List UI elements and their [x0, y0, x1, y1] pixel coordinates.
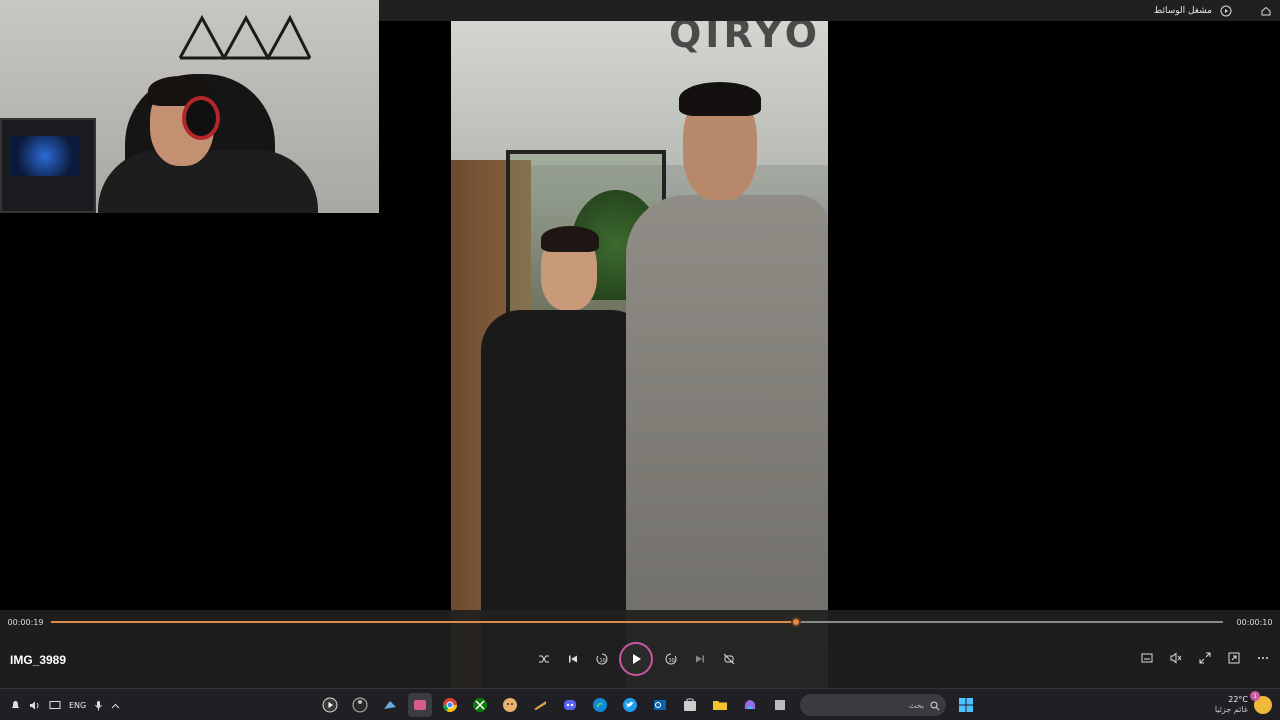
app-title: مشغل الوسائط: [1153, 5, 1212, 16]
forward-30-icon[interactable]: 30: [659, 648, 682, 671]
seek-bar[interactable]: [51, 617, 1223, 627]
webcam-person-hoodie: [98, 150, 318, 213]
repeat-off-icon[interactable]: [717, 648, 740, 671]
remaining-time: 00:00:10: [1236, 617, 1273, 627]
task-view-app-icon[interactable]: [768, 693, 792, 717]
folder-pen-app-icon[interactable]: [528, 693, 552, 717]
microphone-icon[interactable]: [94, 696, 103, 715]
weather-temperature: 22°C: [1228, 695, 1248, 704]
next-icon[interactable]: [688, 648, 711, 671]
play-button[interactable]: [619, 642, 653, 676]
player-controls: 00:00:19 00:00:10 IMG_3989 10 30: [0, 610, 1280, 688]
taskbar-apps: بحث: [318, 689, 978, 720]
shuffle-icon[interactable]: [532, 648, 555, 671]
steam-app-icon[interactable]: [378, 693, 402, 717]
copilot-app-icon[interactable]: [738, 693, 762, 717]
home-icon[interactable]: [1260, 5, 1272, 17]
mini-player-icon[interactable]: [1224, 648, 1243, 667]
speaker-icon[interactable]: [29, 696, 41, 715]
partly-cloudy-icon: 1: [1250, 691, 1272, 714]
play-icon: [633, 654, 641, 664]
wall-triangle-lights: [178, 14, 312, 60]
webcam-overlay: [0, 0, 379, 213]
chevron-up-icon[interactable]: [111, 696, 120, 715]
media-player-active-app-icon[interactable]: [408, 693, 432, 717]
webcam-headset: [182, 96, 220, 140]
character-app-icon[interactable]: [498, 693, 522, 717]
video-person-right-hair: [679, 82, 761, 116]
taskbar-search[interactable]: بحث: [800, 694, 946, 716]
obs-app-icon[interactable]: [348, 693, 372, 717]
more-icon[interactable]: [1253, 648, 1272, 667]
seek-bar-thumb[interactable]: [791, 617, 802, 627]
play-circle-icon: [1220, 5, 1232, 17]
volume-mute-icon[interactable]: [1166, 648, 1185, 667]
discord-app-icon[interactable]: [558, 693, 582, 717]
search-placeholder: بحث: [908, 700, 924, 710]
seek-bar-row: 00:00:19 00:00:10: [0, 610, 1280, 634]
weather-widget[interactable]: 22°C غائم جزئيا 1: [1215, 689, 1272, 720]
captions-icon[interactable]: [1137, 648, 1156, 667]
twitter-app-icon[interactable]: [618, 693, 642, 717]
rewind-10-icon[interactable]: 10: [590, 648, 613, 671]
windows-start-icon[interactable]: [954, 693, 978, 717]
svg-text:30: 30: [668, 658, 674, 664]
outlook-app-icon[interactable]: [648, 693, 672, 717]
seek-bar-progress: [51, 621, 797, 623]
svg-text:10: 10: [599, 658, 605, 664]
file-explorer-app-icon[interactable]: [708, 693, 732, 717]
previous-icon[interactable]: [561, 648, 584, 671]
chrome-app-icon[interactable]: [438, 693, 462, 717]
system-tray: ENG: [10, 689, 120, 720]
search-icon: [930, 696, 940, 715]
video-frame[interactable]: QIRYO: [451, 0, 828, 688]
notification-bell-icon[interactable]: [10, 696, 21, 715]
file-name: IMG_3989: [10, 653, 67, 667]
media-player-app-icon[interactable]: [318, 693, 342, 717]
language-indicator[interactable]: ENG: [69, 701, 86, 710]
notification-badge: 1: [1250, 691, 1260, 701]
xbox-app-icon[interactable]: [468, 693, 492, 717]
video-person-left-hair: [541, 226, 599, 252]
webcam-pc-glow: [10, 136, 80, 176]
store-app-icon[interactable]: [678, 693, 702, 717]
weather-condition: غائم جزئيا: [1214, 705, 1248, 714]
display-icon[interactable]: [49, 696, 61, 715]
transport-controls: 10 30: [532, 642, 740, 676]
current-time: 00:00:19: [7, 617, 44, 627]
taskbar: ENG بحث 22°C غائم جزئيا 1: [0, 688, 1280, 720]
fullscreen-icon[interactable]: [1195, 648, 1214, 667]
media-player-window: مشغل الوسائط QIRYO 00:00:19 00:00:10 IMG…: [0, 0, 1280, 720]
player-tools: [1137, 648, 1272, 667]
edge-app-icon[interactable]: [588, 693, 612, 717]
weather-text: 22°C غائم جزئيا: [1215, 695, 1248, 715]
